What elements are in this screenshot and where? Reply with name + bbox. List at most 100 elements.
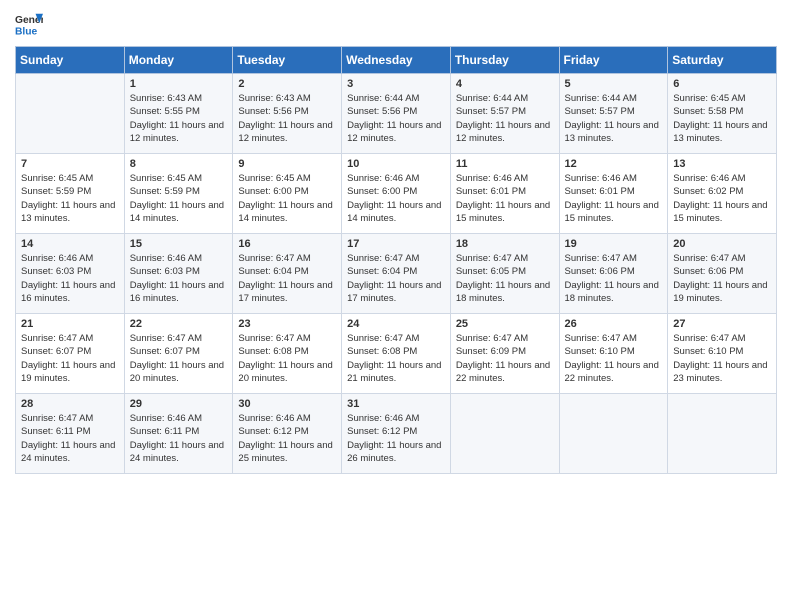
day-info: Sunrise: 6:46 AM Sunset: 6:00 PM Dayligh… [347, 172, 445, 225]
calendar-cell: 10 Sunrise: 6:46 AM Sunset: 6:00 PM Dayli… [342, 154, 451, 234]
day-info: Sunrise: 6:44 AM Sunset: 5:57 PM Dayligh… [565, 92, 663, 145]
day-info: Sunrise: 6:44 AM Sunset: 5:56 PM Dayligh… [347, 92, 445, 145]
day-number: 31 [347, 398, 445, 410]
day-info: Sunrise: 6:47 AM Sunset: 6:11 PM Dayligh… [21, 412, 119, 465]
day-number: 9 [238, 158, 336, 170]
day-number: 21 [21, 318, 119, 330]
day-info: Sunrise: 6:47 AM Sunset: 6:06 PM Dayligh… [673, 252, 771, 305]
day-info: Sunrise: 6:46 AM Sunset: 6:01 PM Dayligh… [565, 172, 663, 225]
calendar-cell [450, 394, 559, 474]
day-number: 8 [130, 158, 228, 170]
calendar-week-row: 1 Sunrise: 6:43 AM Sunset: 5:55 PM Daylig… [16, 74, 777, 154]
day-number: 25 [456, 318, 554, 330]
day-number: 29 [130, 398, 228, 410]
day-info: Sunrise: 6:47 AM Sunset: 6:05 PM Dayligh… [456, 252, 554, 305]
day-info: Sunrise: 6:43 AM Sunset: 5:56 PM Dayligh… [238, 92, 336, 145]
day-info: Sunrise: 6:47 AM Sunset: 6:04 PM Dayligh… [347, 252, 445, 305]
day-number: 23 [238, 318, 336, 330]
page-header: General Blue [15, 10, 777, 38]
day-number: 20 [673, 238, 771, 250]
day-info: Sunrise: 6:47 AM Sunset: 6:10 PM Dayligh… [673, 332, 771, 385]
calendar-cell: 12Sunrise: 6:46 AM Sunset: 6:01 PM Dayli… [559, 154, 668, 234]
day-info: Sunrise: 6:47 AM Sunset: 6:08 PM Dayligh… [238, 332, 336, 385]
day-number: 6 [673, 78, 771, 90]
calendar-header-row: SundayMondayTuesdayWednesdayThursdayFrid… [16, 47, 777, 74]
calendar-body: 1 Sunrise: 6:43 AM Sunset: 5:55 PM Daylig… [16, 74, 777, 474]
calendar-cell: 27 Sunrise: 6:47 AM Sunset: 6:10 PM Dayli… [668, 314, 777, 394]
day-number: 11 [456, 158, 554, 170]
day-number: 24 [347, 318, 445, 330]
day-number: 27 [673, 318, 771, 330]
calendar-week-row: 28 Sunrise: 6:47 AM Sunset: 6:11 PM Dayli… [16, 394, 777, 474]
day-info: Sunrise: 6:43 AM Sunset: 5:55 PM Dayligh… [130, 92, 228, 145]
day-info: Sunrise: 6:47 AM Sunset: 6:10 PM Dayligh… [565, 332, 663, 385]
day-number: 17 [347, 238, 445, 250]
calendar-cell: 20 Sunrise: 6:47 AM Sunset: 6:06 PM Dayli… [668, 234, 777, 314]
day-number: 1 [130, 78, 228, 90]
day-number: 2 [238, 78, 336, 90]
day-number: 5 [565, 78, 663, 90]
day-header-thursday: Thursday [450, 47, 559, 74]
calendar-cell: 9 Sunrise: 6:45 AM Sunset: 6:00 PM Daylig… [233, 154, 342, 234]
calendar-cell: 6 Sunrise: 6:45 AM Sunset: 5:58 PM Daylig… [668, 74, 777, 154]
calendar-cell [668, 394, 777, 474]
logo-icon: General Blue [15, 10, 43, 38]
calendar-cell: 28 Sunrise: 6:47 AM Sunset: 6:11 PM Dayli… [16, 394, 125, 474]
calendar-cell: 7Sunrise: 6:45 AM Sunset: 5:59 PM Daylig… [16, 154, 125, 234]
calendar-cell [559, 394, 668, 474]
day-info: Sunrise: 6:44 AM Sunset: 5:57 PM Dayligh… [456, 92, 554, 145]
day-info: Sunrise: 6:46 AM Sunset: 6:12 PM Dayligh… [238, 412, 336, 465]
calendar-cell: 30 Sunrise: 6:46 AM Sunset: 6:12 PM Dayli… [233, 394, 342, 474]
calendar-cell: 3 Sunrise: 6:44 AM Sunset: 5:56 PM Daylig… [342, 74, 451, 154]
calendar-cell: 19Sunrise: 6:47 AM Sunset: 6:06 PM Dayli… [559, 234, 668, 314]
day-header-wednesday: Wednesday [342, 47, 451, 74]
calendar-cell: 8 Sunrise: 6:45 AM Sunset: 5:59 PM Daylig… [124, 154, 233, 234]
calendar-cell: 25 Sunrise: 6:47 AM Sunset: 6:09 PM Dayli… [450, 314, 559, 394]
calendar-table: SundayMondayTuesdayWednesdayThursdayFrid… [15, 46, 777, 474]
calendar-cell: 16Sunrise: 6:47 AM Sunset: 6:04 PM Dayli… [233, 234, 342, 314]
day-info: Sunrise: 6:46 AM Sunset: 6:12 PM Dayligh… [347, 412, 445, 465]
calendar-cell [16, 74, 125, 154]
day-info: Sunrise: 6:47 AM Sunset: 6:08 PM Dayligh… [347, 332, 445, 385]
day-info: Sunrise: 6:46 AM Sunset: 6:02 PM Dayligh… [673, 172, 771, 225]
calendar-cell: 18 Sunrise: 6:47 AM Sunset: 6:05 PM Dayli… [450, 234, 559, 314]
day-number: 13 [673, 158, 771, 170]
svg-text:Blue: Blue [15, 26, 38, 37]
day-number: 16 [238, 238, 336, 250]
calendar-cell: 21 Sunrise: 6:47 AM Sunset: 6:07 PM Dayli… [16, 314, 125, 394]
day-info: Sunrise: 6:45 AM Sunset: 5:58 PM Dayligh… [673, 92, 771, 145]
day-info: Sunrise: 6:46 AM Sunset: 6:03 PM Dayligh… [21, 252, 119, 305]
day-number: 10 [347, 158, 445, 170]
day-header-tuesday: Tuesday [233, 47, 342, 74]
day-header-saturday: Saturday [668, 47, 777, 74]
day-header-sunday: Sunday [16, 47, 125, 74]
day-info: Sunrise: 6:46 AM Sunset: 6:11 PM Dayligh… [130, 412, 228, 465]
calendar-week-row: 21 Sunrise: 6:47 AM Sunset: 6:07 PM Dayli… [16, 314, 777, 394]
calendar-cell: 29 Sunrise: 6:46 AM Sunset: 6:11 PM Dayli… [124, 394, 233, 474]
day-number: 30 [238, 398, 336, 410]
calendar-cell: 22Sunrise: 6:47 AM Sunset: 6:07 PM Dayli… [124, 314, 233, 394]
day-header-monday: Monday [124, 47, 233, 74]
day-info: Sunrise: 6:47 AM Sunset: 6:09 PM Dayligh… [456, 332, 554, 385]
day-number: 18 [456, 238, 554, 250]
calendar-cell: 13 Sunrise: 6:46 AM Sunset: 6:02 PM Dayli… [668, 154, 777, 234]
day-info: Sunrise: 6:45 AM Sunset: 5:59 PM Dayligh… [130, 172, 228, 225]
day-number: 26 [565, 318, 663, 330]
day-info: Sunrise: 6:47 AM Sunset: 6:06 PM Dayligh… [565, 252, 663, 305]
calendar-cell: 11 Sunrise: 6:46 AM Sunset: 6:01 PM Dayli… [450, 154, 559, 234]
day-header-friday: Friday [559, 47, 668, 74]
calendar-cell: 26 Sunrise: 6:47 AM Sunset: 6:10 PM Dayli… [559, 314, 668, 394]
day-info: Sunrise: 6:46 AM Sunset: 6:03 PM Dayligh… [130, 252, 228, 305]
day-number: 3 [347, 78, 445, 90]
day-info: Sunrise: 6:46 AM Sunset: 6:01 PM Dayligh… [456, 172, 554, 225]
day-number: 28 [21, 398, 119, 410]
day-number: 4 [456, 78, 554, 90]
calendar-week-row: 14Sunrise: 6:46 AM Sunset: 6:03 PM Dayli… [16, 234, 777, 314]
calendar-cell: 23 Sunrise: 6:47 AM Sunset: 6:08 PM Dayli… [233, 314, 342, 394]
calendar-cell: 4 Sunrise: 6:44 AM Sunset: 5:57 PM Daylig… [450, 74, 559, 154]
day-info: Sunrise: 6:47 AM Sunset: 6:07 PM Dayligh… [21, 332, 119, 385]
day-info: Sunrise: 6:45 AM Sunset: 6:00 PM Dayligh… [238, 172, 336, 225]
calendar-cell: 1 Sunrise: 6:43 AM Sunset: 5:55 PM Daylig… [124, 74, 233, 154]
calendar-cell: 17 Sunrise: 6:47 AM Sunset: 6:04 PM Dayli… [342, 234, 451, 314]
calendar-cell: 15Sunrise: 6:46 AM Sunset: 6:03 PM Dayli… [124, 234, 233, 314]
